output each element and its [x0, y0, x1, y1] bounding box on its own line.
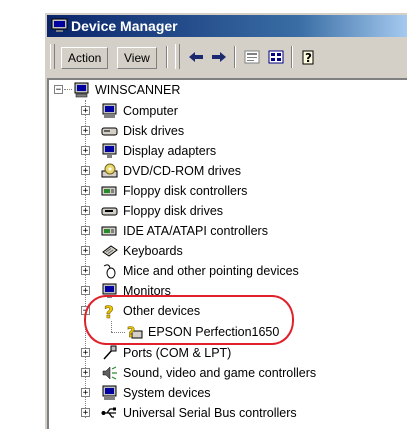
- tree-root-label: WINSCANNER: [95, 83, 181, 97]
- device-manager-window: Device Manager Action View ? − WINSCANNE…: [44, 12, 407, 429]
- expand-expander[interactable]: +: [81, 106, 90, 116]
- tree-item-label: Ports (COM & LPT): [123, 346, 232, 360]
- back-arrow-icon[interactable]: [187, 49, 205, 65]
- tree-connector: [64, 89, 72, 90]
- expand-expander[interactable]: +: [81, 126, 90, 136]
- toolbar-grip[interactable]: [175, 44, 180, 69]
- tree-item-label: DVD/CD-ROM drives: [123, 164, 242, 178]
- expand-expander[interactable]: +: [81, 368, 90, 378]
- tree-item-label: Disk drives: [123, 124, 185, 138]
- speaker-icon: [102, 366, 117, 380]
- tree-item-label: Floppy disk drives: [123, 204, 224, 218]
- floppy-drive-icon: [101, 207, 118, 216]
- window-title: Device Manager: [71, 18, 178, 34]
- computer-icon: [74, 82, 89, 98]
- computer-icon: [102, 103, 117, 118]
- tree-item-label: Display adapters: [123, 144, 217, 158]
- monitor-icon: [102, 143, 117, 158]
- toolbar-separator: [291, 46, 293, 68]
- toolbar-grip[interactable]: [50, 44, 55, 69]
- view-menu-label: View: [124, 51, 150, 65]
- toolbar-separator: [166, 46, 168, 68]
- expand-expander[interactable]: +: [81, 246, 90, 256]
- action-menu-label: Action: [68, 51, 102, 65]
- expand-expander[interactable]: +: [81, 266, 90, 276]
- tree-item-label: Computer: [123, 104, 178, 118]
- tree-item-label: Mice and other pointing devices: [123, 264, 299, 278]
- title-bar[interactable]: Device Manager: [47, 15, 407, 37]
- tree-item-label: Floppy disk controllers: [123, 184, 248, 198]
- port-icon: [103, 345, 117, 360]
- device-tree[interactable]: − WINSCANNER + Computer + Disk drives + …: [47, 78, 407, 429]
- cdrom-icon: [101, 163, 118, 178]
- expand-expander[interactable]: +: [81, 146, 90, 156]
- help-icon[interactable]: ?: [300, 49, 318, 65]
- controller-icon: [101, 186, 117, 196]
- usb-icon: [101, 407, 116, 418]
- expand-expander[interactable]: +: [81, 286, 90, 296]
- toolbar-separator: [234, 46, 236, 68]
- highlight-annotation: [84, 295, 294, 345]
- expand-expander[interactable]: +: [81, 408, 90, 418]
- expand-expander[interactable]: +: [81, 388, 90, 398]
- expand-expander[interactable]: +: [81, 226, 90, 236]
- collapse-expander[interactable]: −: [54, 85, 63, 95]
- properties-icon[interactable]: [243, 49, 261, 65]
- forward-arrow-icon[interactable]: [210, 49, 228, 65]
- expand-expander[interactable]: +: [81, 186, 90, 196]
- view-menu[interactable]: View: [117, 47, 157, 69]
- action-menu[interactable]: Action: [61, 47, 109, 69]
- computer-icon: [51, 18, 68, 32]
- disk-drive-icon: [101, 127, 118, 136]
- keyboard-icon: [102, 245, 118, 257]
- expand-expander[interactable]: +: [81, 348, 90, 358]
- tree-item-label: System devices: [123, 386, 211, 400]
- toolbar: Action View ?: [47, 42, 407, 72]
- mouse-icon: [103, 264, 116, 279]
- details-view-icon[interactable]: [267, 49, 285, 65]
- expand-expander[interactable]: +: [81, 166, 90, 176]
- computer-icon: [102, 385, 117, 400]
- tree-item-label: IDE ATA/ATAPI controllers: [123, 224, 268, 238]
- svg-text:?: ?: [305, 51, 312, 65]
- tree-item-label: Universal Serial Bus controllers: [123, 406, 297, 420]
- expand-expander[interactable]: +: [81, 206, 90, 216]
- tree-item-label: Sound, video and game controllers: [123, 366, 317, 380]
- tree-item-label: Keyboards: [123, 244, 183, 258]
- controller-icon: [101, 226, 117, 236]
